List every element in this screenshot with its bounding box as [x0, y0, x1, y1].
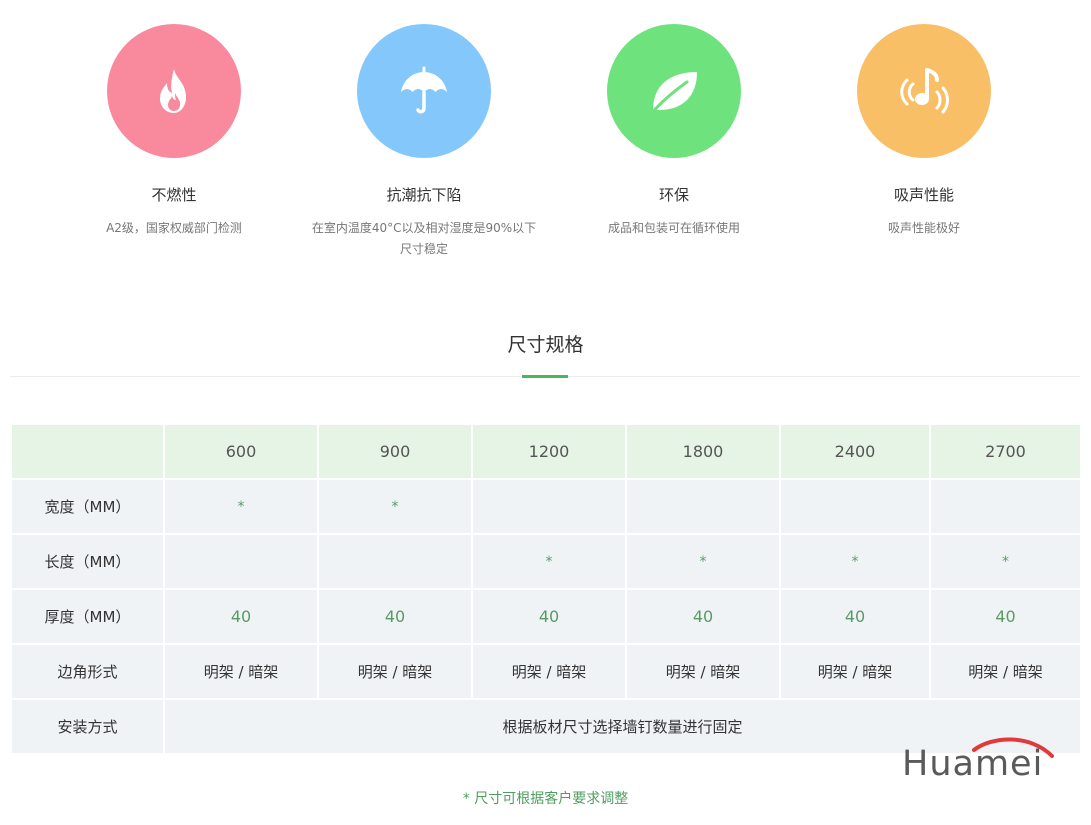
row-label: 安装方式	[10, 698, 165, 755]
column-header: 900	[317, 423, 473, 480]
table-cell	[163, 533, 319, 590]
table-cell: 40	[625, 588, 781, 645]
feature-nonflammable: 不燃性 A2级，国家权威部门检测	[54, 0, 294, 239]
table-cell	[625, 478, 781, 535]
feature-title: 抗潮抗下陷	[386, 186, 462, 204]
table-cell: 明架 / 暗架	[471, 643, 627, 700]
footnote: * 尺寸可根据客户要求调整	[462, 791, 629, 807]
feature-circle	[607, 24, 741, 158]
table-cell	[779, 478, 931, 535]
table-header-row: 600 900 1200 1800 2400 2700	[10, 423, 1082, 480]
table-cell: *	[779, 533, 931, 590]
column-header: 1200	[471, 423, 627, 480]
feature-title: 不燃性	[151, 186, 197, 204]
table-cell: *	[625, 533, 781, 590]
feature-desc: 在室内温度40°C以及相对湿度是90%以下 尺寸稳定	[311, 221, 537, 256]
table-row-width: 宽度（MM） * *	[10, 478, 1082, 535]
table-cell: 40	[317, 588, 473, 645]
column-header: 1800	[625, 423, 781, 480]
table-cell	[471, 478, 627, 535]
table-cell: 明架 / 暗架	[779, 643, 931, 700]
row-label: 厚度（MM）	[10, 588, 165, 645]
table-cell	[317, 533, 473, 590]
table-row-edge-type: 边角形式 明架 / 暗架 明架 / 暗架 明架 / 暗架 明架 / 暗架 明架 …	[10, 643, 1082, 700]
table-cell: *	[317, 478, 473, 535]
table-cell: 40	[779, 588, 931, 645]
table-header-empty	[10, 423, 165, 480]
table-cell: 明架 / 暗架	[625, 643, 781, 700]
table-cell: 40	[163, 588, 319, 645]
column-header: 2700	[929, 423, 1082, 480]
table-row-length: 长度（MM） * * * *	[10, 533, 1082, 590]
feature-desc: 吸声性能极好	[887, 221, 960, 235]
column-header: 600	[163, 423, 319, 480]
umbrella-icon	[401, 66, 447, 114]
feature-moisture-resistant: 抗潮抗下陷 在室内温度40°C以及相对湿度是90%以下 尺寸稳定	[304, 0, 544, 260]
table-cell: 明架 / 暗架	[929, 643, 1082, 700]
row-label: 宽度（MM）	[10, 478, 165, 535]
row-label: 边角形式	[10, 643, 165, 700]
feature-desc: 成品和包装可在循环使用	[607, 221, 740, 235]
feature-title: 吸声性能	[893, 186, 954, 204]
table-cell: *	[163, 478, 319, 535]
section-title-underline	[522, 375, 568, 378]
section-title: 尺寸规格	[507, 334, 584, 356]
flame-icon	[160, 69, 186, 113]
feature-desc: A2级，国家权威部门检测	[106, 221, 242, 235]
feature-sound-absorption: 吸声性能 吸声性能极好	[804, 0, 1044, 239]
table-cell: *	[471, 533, 627, 590]
huamei-logo: Huamei	[902, 734, 1062, 790]
feature-circle	[357, 24, 491, 158]
feature-circle	[107, 24, 241, 158]
table-row-thickness: 厚度（MM） 40 40 40 40 40 40	[10, 588, 1082, 645]
logo-text: Huamei	[902, 744, 1044, 784]
table-cell: 40	[929, 588, 1082, 645]
size-spec-table: 600 900 1200 1800 2400 2700 宽度（MM） * * 长…	[10, 423, 1082, 755]
feature-title: 环保	[658, 186, 689, 204]
column-header: 2400	[779, 423, 931, 480]
feature-eco-friendly: 环保 成品和包装可在循环使用	[554, 0, 794, 239]
table-cell: 明架 / 暗架	[317, 643, 473, 700]
table-cell: 明架 / 暗架	[163, 643, 319, 700]
row-label: 长度（MM）	[10, 533, 165, 590]
table-cell: *	[929, 533, 1082, 590]
feature-circle	[857, 24, 991, 158]
table-cell	[929, 478, 1082, 535]
sound-note-icon	[900, 68, 949, 114]
leaf-icon	[649, 72, 697, 116]
table-cell: 40	[471, 588, 627, 645]
